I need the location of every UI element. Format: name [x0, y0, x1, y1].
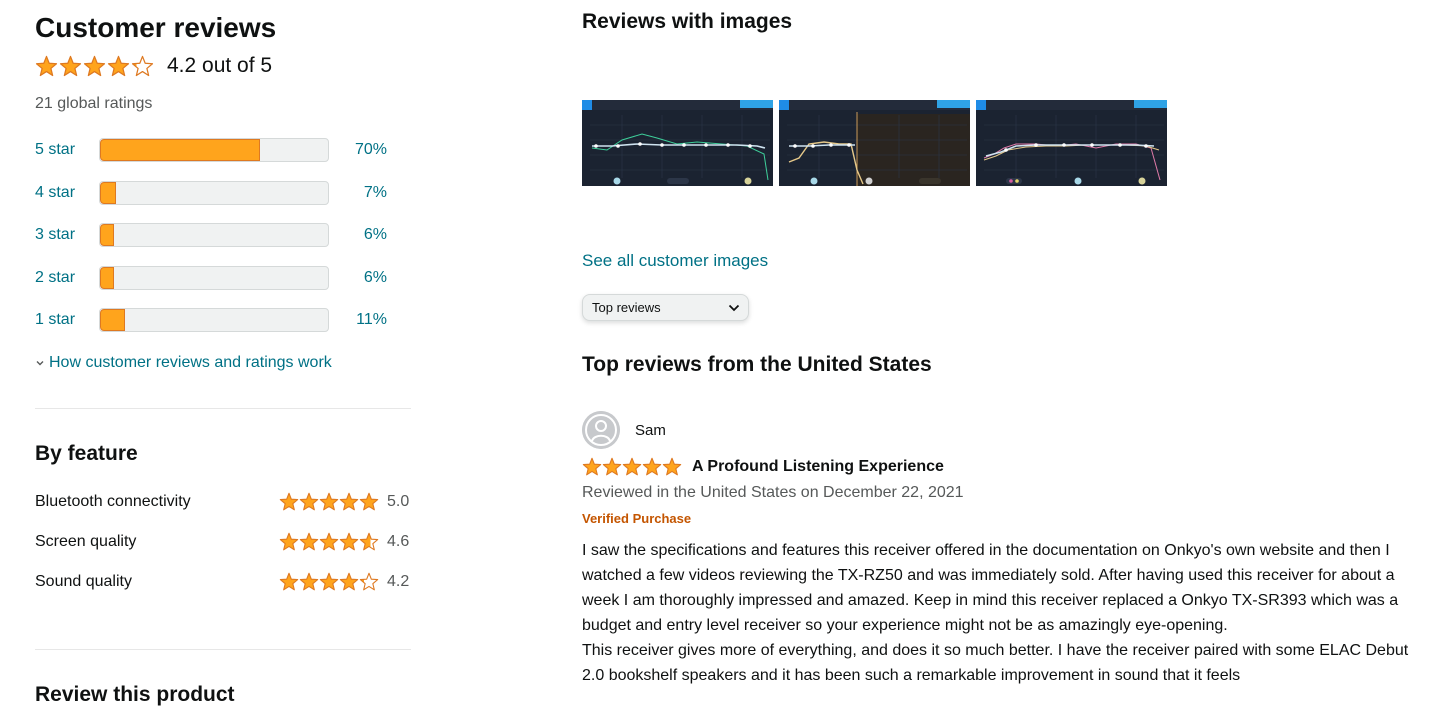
section-divider	[35, 408, 411, 409]
feature-stars	[279, 572, 379, 592]
sort-reviews-dropdown[interactable]: Top reviews	[582, 294, 749, 321]
review-date: Reviewed in the United States on Decembe…	[582, 484, 964, 501]
star-full-icon	[642, 457, 662, 476]
histogram-fill	[100, 182, 116, 204]
star-full-icon	[59, 55, 82, 76]
customer-reviews-heading: Customer reviews	[35, 12, 277, 43]
star-full-icon	[582, 457, 602, 476]
star-full-icon	[299, 532, 319, 551]
star-full-icon	[339, 532, 359, 551]
user-avatar-icon	[582, 411, 620, 449]
star-full-icon	[319, 492, 339, 511]
feature-row-sound: Sound quality 4.2	[35, 570, 411, 594]
star-full-icon	[319, 532, 339, 551]
histogram-bar[interactable]	[99, 138, 329, 162]
star-full-icon	[107, 55, 130, 76]
star-full-icon	[299, 492, 319, 511]
histogram-percent[interactable]: 6%	[329, 226, 387, 244]
star-full-icon	[279, 532, 299, 551]
review-body: I saw the specifications and features th…	[582, 538, 1422, 688]
histogram-label[interactable]: 1 star	[35, 311, 99, 329]
review-image-thumbnail[interactable]	[582, 100, 773, 186]
global-ratings-count: 21 global ratings	[35, 95, 153, 112]
star-full-icon	[299, 572, 319, 591]
star-full-icon	[279, 572, 299, 591]
review-image-thumbnail[interactable]	[779, 100, 970, 186]
histogram-label[interactable]: 5 star	[35, 141, 99, 159]
how-reviews-work-link[interactable]: How customer reviews and ratings work	[35, 354, 332, 372]
average-rating-text: 4.2 out of 5	[167, 54, 273, 77]
star-full-icon	[602, 457, 622, 476]
feature-row-bluetooth: Bluetooth connectivity 5.0	[35, 490, 411, 514]
section-divider	[35, 649, 411, 650]
star-full-icon	[339, 492, 359, 511]
histogram-percent[interactable]: 7%	[329, 184, 387, 202]
review-author-name[interactable]: Sam	[635, 422, 666, 439]
review-title-row: A Profound Listening Experience	[582, 457, 944, 477]
star-full-icon	[279, 492, 299, 511]
star-full-icon	[35, 55, 58, 76]
histogram-fill	[100, 139, 260, 161]
review-stars[interactable]	[582, 457, 682, 477]
review-body-paragraph: I saw the specifications and features th…	[582, 542, 1399, 634]
histogram-row-2-star[interactable]: 2 star 6%	[35, 266, 411, 290]
reviews-with-images-heading: Reviews with images	[582, 10, 793, 33]
feature-name: Bluetooth connectivity	[35, 493, 191, 510]
feature-stars	[279, 532, 379, 552]
review-image-strip	[582, 100, 1167, 186]
histogram-bar[interactable]	[99, 308, 329, 332]
review-author[interactable]: Sam	[582, 411, 666, 449]
feature-name: Sound quality	[35, 573, 132, 590]
feature-row-screen: Screen quality 4.6	[35, 530, 411, 554]
eq-graph-image	[779, 100, 970, 186]
review-this-product-heading: Review this product	[35, 683, 235, 706]
average-stars	[35, 55, 154, 78]
chevron-down-icon	[35, 354, 45, 372]
histogram-fill	[100, 309, 126, 331]
feature-value: 4.6	[387, 533, 410, 550]
by-feature-heading: By feature	[35, 442, 138, 465]
histogram-bar[interactable]	[99, 266, 329, 290]
feature-name: Screen quality	[35, 533, 137, 550]
top-reviews-heading: Top reviews from the United States	[582, 353, 932, 376]
eq-graph-image	[976, 100, 1167, 186]
star-full-icon	[83, 55, 106, 76]
average-rating[interactable]: 4.2 out of 5	[35, 54, 272, 78]
histogram-row-1-star[interactable]: 1 star 11%	[35, 308, 411, 332]
review-title-link[interactable]: A Profound Listening Experience	[692, 458, 944, 476]
star-full-icon	[339, 572, 359, 591]
histogram-percent[interactable]: 70%	[329, 141, 387, 159]
review-image-thumbnail[interactable]	[976, 100, 1167, 186]
histogram-bar[interactable]	[99, 223, 329, 247]
histogram-label[interactable]: 3 star	[35, 226, 99, 244]
histogram-percent[interactable]: 11%	[329, 311, 387, 329]
feature-value: 4.2	[387, 573, 410, 590]
see-all-customer-images-link[interactable]: See all customer images	[582, 251, 768, 271]
feature-value: 5.0	[387, 493, 410, 510]
star-half-icon	[359, 572, 379, 591]
eq-graph-image	[582, 100, 773, 186]
star-full-icon	[662, 457, 682, 476]
histogram-bar[interactable]	[99, 181, 329, 205]
sort-selected-value: Top reviews	[592, 300, 661, 315]
histogram-row-5-star[interactable]: 5 star 70%	[35, 138, 411, 162]
review-body-paragraph: This receiver gives more of everything, …	[582, 642, 1409, 684]
histogram-label[interactable]: 2 star	[35, 269, 99, 287]
avatar	[582, 411, 620, 449]
star-half-icon	[131, 55, 154, 76]
histogram-label[interactable]: 4 star	[35, 184, 99, 202]
chevron-down-icon	[728, 300, 740, 315]
histogram-row-4-star[interactable]: 4 star 7%	[35, 181, 411, 205]
verified-purchase-badge[interactable]: Verified Purchase	[582, 511, 691, 526]
how-reviews-work-label[interactable]: How customer reviews and ratings work	[49, 354, 332, 372]
star-full-icon	[319, 572, 339, 591]
histogram-fill	[100, 267, 114, 289]
histogram-fill	[100, 224, 114, 246]
star-full-icon	[359, 492, 379, 511]
histogram-row-3-star[interactable]: 3 star 6%	[35, 223, 411, 247]
histogram-percent[interactable]: 6%	[329, 269, 387, 287]
feature-stars	[279, 492, 379, 512]
star-full-icon	[622, 457, 642, 476]
star-half-icon	[359, 532, 379, 551]
